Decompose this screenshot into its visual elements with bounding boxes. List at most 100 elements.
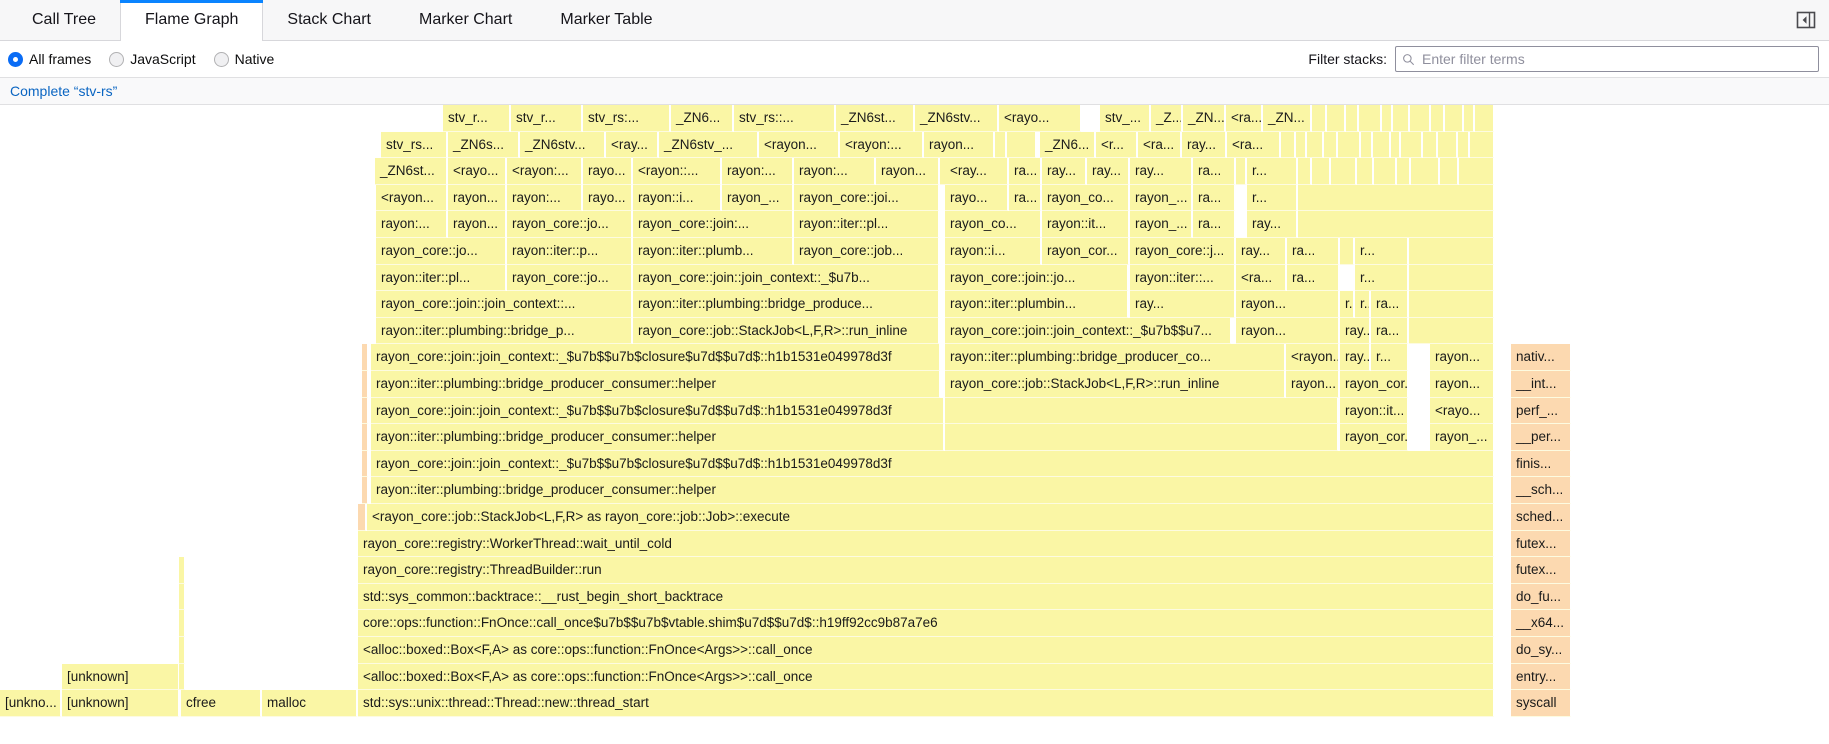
flame-frame[interactable]: rayon:... — [376, 211, 447, 238]
flame-frame[interactable] — [179, 637, 185, 664]
flame-frame[interactable] — [179, 610, 185, 637]
flame-frame[interactable]: <alloc::boxed::Box<F,A> as core::ops::fu… — [358, 637, 1494, 664]
flame-frame[interactable] — [1440, 158, 1458, 185]
flame-frame[interactable]: rayon_core::registry::WorkerThread::wait… — [358, 531, 1494, 558]
tab-marker-table[interactable]: Marker Table — [536, 0, 676, 40]
flame-frame[interactable] — [1281, 132, 1295, 159]
flame-frame[interactable]: rayon::i... — [633, 185, 721, 212]
flame-frame[interactable]: rayon_core::join:... — [633, 211, 793, 238]
flame-frame[interactable] — [1409, 265, 1494, 292]
flame-frame[interactable]: <rayo... — [1430, 398, 1494, 425]
flame-frame[interactable]: [unkno... — [0, 690, 61, 717]
flame-frame[interactable] — [1327, 105, 1345, 132]
breadcrumb-item-complete[interactable]: Complete “stv-rs” — [10, 83, 117, 99]
flame-frame[interactable]: stv_rs::... — [734, 105, 835, 132]
flame-frame[interactable]: _ZN6stv... — [915, 105, 998, 132]
flame-frame[interactable]: <rayon... — [376, 185, 447, 212]
flame-frame[interactable] — [1410, 105, 1430, 132]
flame-frame[interactable]: rayon_core::join::join_context::_$u7b$$u… — [371, 398, 944, 425]
flame-frame[interactable]: _ZN6st... — [375, 158, 447, 185]
flame-frame[interactable]: <alloc::boxed::Box<F,A> as core::ops::fu… — [358, 664, 1494, 691]
flame-frame[interactable]: rayon_co... — [1042, 185, 1129, 212]
flame-frame[interactable]: rayon::iter::plumbing::bridge_producer_c… — [945, 344, 1285, 371]
flame-frame[interactable]: stv_r... — [443, 105, 510, 132]
flame-frame[interactable]: rayo... — [583, 158, 632, 185]
flame-frame[interactable]: rayon... — [876, 158, 939, 185]
flame-frame[interactable] — [1445, 105, 1463, 132]
flame-frame[interactable]: nativ... — [1511, 344, 1571, 371]
flame-frame[interactable] — [179, 557, 185, 584]
flame-frame[interactable]: _ZN6... — [1040, 132, 1095, 159]
flame-frame[interactable]: __int... — [1511, 371, 1571, 398]
flame-frame[interactable] — [1298, 185, 1494, 212]
flame-frame[interactable]: [unknown] — [62, 690, 179, 717]
flame-frame[interactable]: rayon... — [448, 185, 506, 212]
flame-frame[interactable] — [1458, 132, 1469, 159]
flame-frame[interactable]: std::sys::unix::thread::Thread::new::thr… — [358, 690, 1494, 717]
flame-frame[interactable] — [1030, 132, 1036, 159]
flame-frame[interactable]: futex... — [1511, 531, 1571, 558]
flame-frame[interactable]: ra... — [1009, 158, 1041, 185]
tab-stack-chart[interactable]: Stack Chart — [263, 0, 395, 40]
sidebar-collapse-icon[interactable] — [1793, 8, 1819, 32]
flame-frame[interactable]: rayon::iter::plumbing::bridge_producer_c… — [371, 477, 1494, 504]
flame-frame[interactable]: rayon_cor... — [1340, 424, 1408, 451]
flame-frame[interactable] — [1324, 132, 1337, 159]
flame-frame[interactable] — [945, 424, 1338, 451]
flame-frame[interactable]: _ZN... — [1263, 105, 1311, 132]
flame-frame[interactable]: rayon::iter::plumbing::bridge_producer_c… — [371, 371, 940, 398]
flame-frame[interactable]: <rayo... — [448, 158, 506, 185]
flame-frame[interactable]: ra... — [1193, 211, 1235, 238]
flame-frame[interactable] — [1346, 105, 1358, 132]
flame-frame[interactable] — [1459, 158, 1494, 185]
flame-frame[interactable]: rayon_core::j... — [1130, 238, 1235, 265]
flame-frame[interactable]: _ZN... — [1183, 105, 1225, 132]
flame-frame[interactable] — [1298, 158, 1311, 185]
flame-frame[interactable]: ra... — [1371, 318, 1408, 345]
flame-frame[interactable]: rayon... — [924, 132, 994, 159]
flame-frame[interactable]: stv_rs:... — [583, 105, 670, 132]
flame-frame[interactable]: rayo... — [583, 185, 632, 212]
flame-frame[interactable]: rayon... — [1236, 291, 1339, 318]
flame-frame[interactable]: __x64... — [1511, 610, 1571, 637]
flame-frame[interactable]: rayon_cor... — [1042, 238, 1129, 265]
filter-stacks-box[interactable] — [1395, 46, 1819, 72]
flame-frame[interactable]: malloc — [262, 690, 357, 717]
flame-frame[interactable] — [362, 344, 368, 371]
flame-frame[interactable]: rayon... — [1430, 371, 1494, 398]
flame-frame[interactable]: rayon_core::join::join_context::... — [376, 291, 632, 318]
flame-frame[interactable]: ra... — [1009, 185, 1041, 212]
flame-frame[interactable] — [1373, 132, 1390, 159]
flame-frame[interactable] — [1438, 132, 1457, 159]
flame-frame[interactable]: r... — [1371, 344, 1408, 371]
flame-frame[interactable]: <rayon::... — [633, 158, 721, 185]
flame-frame[interactable]: ra... — [1193, 158, 1235, 185]
flame-frame[interactable] — [358, 504, 366, 531]
flame-frame[interactable]: rayon:... — [794, 158, 875, 185]
flame-frame[interactable]: <rayo... — [999, 105, 1081, 132]
flame-frame[interactable] — [1409, 318, 1494, 345]
flame-frame[interactable] — [179, 584, 185, 611]
flame-frame[interactable]: ra... — [1193, 185, 1235, 212]
flame-frame[interactable]: do_sy... — [1511, 637, 1571, 664]
flame-frame[interactable]: _ZN6st... — [836, 105, 914, 132]
flame-frame[interactable] — [1475, 105, 1494, 132]
flame-frame[interactable]: ray... — [1340, 318, 1370, 345]
flame-frame[interactable]: [unknown] — [62, 664, 179, 691]
flame-frame[interactable]: ray... — [1340, 344, 1370, 371]
flame-frame[interactable]: rayon_core::jo... — [507, 265, 632, 292]
flame-frame[interactable] — [1374, 158, 1396, 185]
flame-frame[interactable]: rayon_core::job::StackJob<L,F,R>::run_in… — [633, 318, 939, 345]
flame-frame[interactable]: rayon_core::join::jo... — [945, 265, 1128, 292]
flame-frame[interactable]: rayon... — [1236, 318, 1339, 345]
flame-frame[interactable] — [1338, 132, 1360, 159]
flame-frame[interactable]: rayon... — [448, 211, 506, 238]
flame-frame[interactable]: rayon_core::jo... — [376, 238, 506, 265]
flame-frame[interactable]: __per... — [1511, 424, 1571, 451]
flame-frame[interactable]: rayon::iter::pl... — [794, 211, 939, 238]
flame-frame[interactable]: entry... — [1511, 664, 1571, 691]
tab-call-tree[interactable]: Call Tree — [8, 0, 120, 40]
flame-frame[interactable]: ray... — [1247, 211, 1297, 238]
flame-frame[interactable]: r... — [1355, 291, 1370, 318]
flame-frame[interactable] — [1000, 132, 1006, 159]
